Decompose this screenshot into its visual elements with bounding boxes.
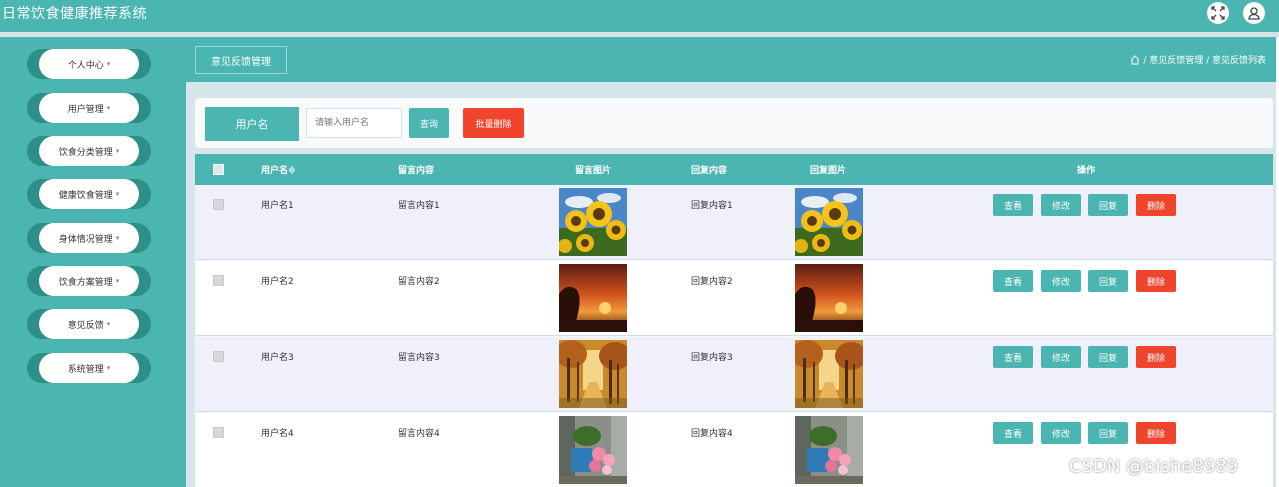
home-icon[interactable] (1130, 54, 1140, 65)
delete-button[interactable]: 删除 (1136, 194, 1176, 216)
select-all-checkbox[interactable] (213, 164, 224, 175)
batch-delete-button[interactable]: 批量删除 (463, 108, 524, 138)
edit-button[interactable]: 修改 (1041, 194, 1081, 216)
edit-button[interactable]: 修改 (1041, 346, 1081, 368)
username-cell: 用户名2 (261, 277, 294, 287)
reply-cell: 回复内容1 (691, 201, 733, 211)
message-cell: 留言内容3 (398, 353, 440, 363)
reply-cell: 回复内容3 (691, 353, 733, 363)
edit-button[interactable]: 修改 (1041, 270, 1081, 292)
breadcrumb-text: / 意见反馈管理 / 意见反馈列表 (1143, 56, 1266, 66)
sidebar-item-personal-center[interactable]: 个人中心 ▾ (27, 49, 151, 79)
delete-button[interactable]: 删除 (1136, 346, 1176, 368)
row-checkbox[interactable] (213, 351, 224, 362)
table-row: 用户名2 留言内容2 回复内容2 查看 修改 回复 删除 (195, 261, 1273, 336)
column-header-reply: 回复内容 (691, 166, 728, 176)
column-header-message: 留言内容 (398, 166, 435, 176)
chevron-down-icon: ▾ (115, 277, 120, 285)
chevron-down-icon: ▾ (115, 147, 120, 155)
reply-button[interactable]: 回复 (1088, 194, 1128, 216)
page-header: 意见反馈管理 / 意见反馈管理 / 意见反馈列表 (186, 37, 1276, 82)
username-cell: 用户名3 (261, 353, 294, 363)
column-header-username[interactable]: 用户名≑ (261, 163, 296, 176)
sidebar-item-label: 个人中心 (67, 60, 104, 71)
chevron-down-icon: ▾ (106, 60, 111, 68)
table-row: 用户名3 留言内容3 回复内容3 查看 修改 回复 删除 (195, 337, 1273, 412)
reply-button[interactable]: 回复 (1088, 346, 1128, 368)
fullscreen-icon[interactable] (1207, 2, 1229, 24)
sidebar-item-label: 健康饮食管理 (58, 190, 113, 201)
sidebar-item-label: 饮食分类管理 (58, 147, 113, 158)
column-header-message-image: 留言图片 (575, 166, 612, 176)
reply-cell: 回复内容2 (691, 277, 733, 287)
delete-button[interactable]: 删除 (1136, 422, 1176, 444)
view-button[interactable]: 查看 (993, 270, 1033, 292)
table-header: 用户名≑ 留言内容 留言图片 回复内容 回复图片 操作 (195, 154, 1273, 185)
sidebar-item-healthy-diet[interactable]: 健康饮食管理 ▾ (27, 179, 151, 209)
message-cell: 留言内容1 (398, 201, 440, 211)
chevron-down-icon: ▾ (115, 234, 120, 242)
sidebar-item-user-management[interactable]: 用户管理 ▾ (27, 93, 151, 123)
query-button[interactable]: 查询 (409, 108, 449, 138)
breadcrumb: / 意见反馈管理 / 意见反馈列表 (1130, 53, 1266, 66)
app-title: 日常饮食健康推荐系统 (2, 6, 147, 22)
sidebar-item-label: 身体情况管理 (58, 234, 113, 245)
username-cell: 用户名1 (261, 201, 294, 211)
reply-button[interactable]: 回复 (1088, 270, 1128, 292)
search-panel: 用户名 查询 批量删除 (195, 98, 1273, 148)
row-checkbox[interactable] (213, 199, 224, 210)
reply-button[interactable]: 回复 (1088, 422, 1128, 444)
main-area: 意见反馈管理 / 意见反馈管理 / 意见反馈列表 用户名 查询 批量删除 用户名… (186, 37, 1279, 487)
watermark: CSDN @bishe8989 (1069, 456, 1239, 477)
username-cell: 用户名4 (261, 429, 294, 439)
sidebar-item-label: 系统管理 (67, 364, 104, 375)
sidebar-item-label: 意见反馈 (67, 320, 104, 331)
username-label: 用户名 (205, 107, 299, 141)
view-button[interactable]: 查看 (993, 346, 1033, 368)
message-cell: 留言内容2 (398, 277, 440, 287)
reply-image-sunset[interactable] (795, 264, 863, 332)
page-title-button[interactable]: 意见反馈管理 (195, 46, 287, 74)
view-button[interactable]: 查看 (993, 194, 1033, 216)
user-icon[interactable] (1243, 2, 1265, 24)
column-header-actions: 操作 (1077, 166, 1096, 176)
message-cell: 留言内容4 (398, 429, 440, 439)
table-row: 用户名1 留言内容1 回复内容1 查看 修改 回复 删除 (195, 185, 1273, 260)
chevron-down-icon: ▾ (106, 320, 111, 328)
message-image-flower-pot[interactable] (559, 416, 627, 484)
top-bar: 日常饮食健康推荐系统 (0, 0, 1279, 32)
chevron-down-icon: ▾ (106, 104, 111, 112)
sidebar-item-diet-category[interactable]: 饮食分类管理 ▾ (27, 136, 151, 166)
sidebar: 个人中心 ▾ 用户管理 ▾ 饮食分类管理 ▾ 健康饮食管理 ▾ 身体情况管理 ▾ 饮食方案… (0, 37, 186, 487)
feedback-table: 用户名≑ 留言内容 留言图片 回复内容 回复图片 操作 用户名1 留言内容1 回… (195, 154, 1273, 487)
row-checkbox[interactable] (213, 427, 224, 438)
sidebar-item-label: 饮食方案管理 (58, 277, 113, 288)
sidebar-item-system-management[interactable]: 系统管理 ▾ (27, 353, 151, 383)
sidebar-item-feedback[interactable]: 意见反馈 ▾ (27, 309, 151, 339)
delete-button[interactable]: 删除 (1136, 270, 1176, 292)
message-image-autumn-forest[interactable] (559, 340, 627, 408)
chevron-down-icon: ▾ (106, 364, 111, 372)
sidebar-item-body-condition[interactable]: 身体情况管理 ▾ (27, 223, 151, 253)
sidebar-item-diet-plan[interactable]: 饮食方案管理 ▾ (27, 266, 151, 296)
column-header-reply-image: 回复图片 (810, 166, 847, 176)
reply-cell: 回复内容4 (691, 429, 733, 439)
username-search-input[interactable] (306, 108, 402, 138)
message-image-sunflower[interactable] (559, 188, 627, 256)
row-checkbox[interactable] (213, 275, 224, 286)
edit-button[interactable]: 修改 (1041, 422, 1081, 444)
reply-image-sunflower[interactable] (795, 188, 863, 256)
chevron-down-icon: ▾ (115, 190, 120, 198)
reply-image-autumn-forest[interactable] (795, 340, 863, 408)
message-image-sunset[interactable] (559, 264, 627, 332)
sidebar-item-label: 用户管理 (67, 104, 104, 115)
reply-image-flower-pot[interactable] (795, 416, 863, 484)
view-button[interactable]: 查看 (993, 422, 1033, 444)
